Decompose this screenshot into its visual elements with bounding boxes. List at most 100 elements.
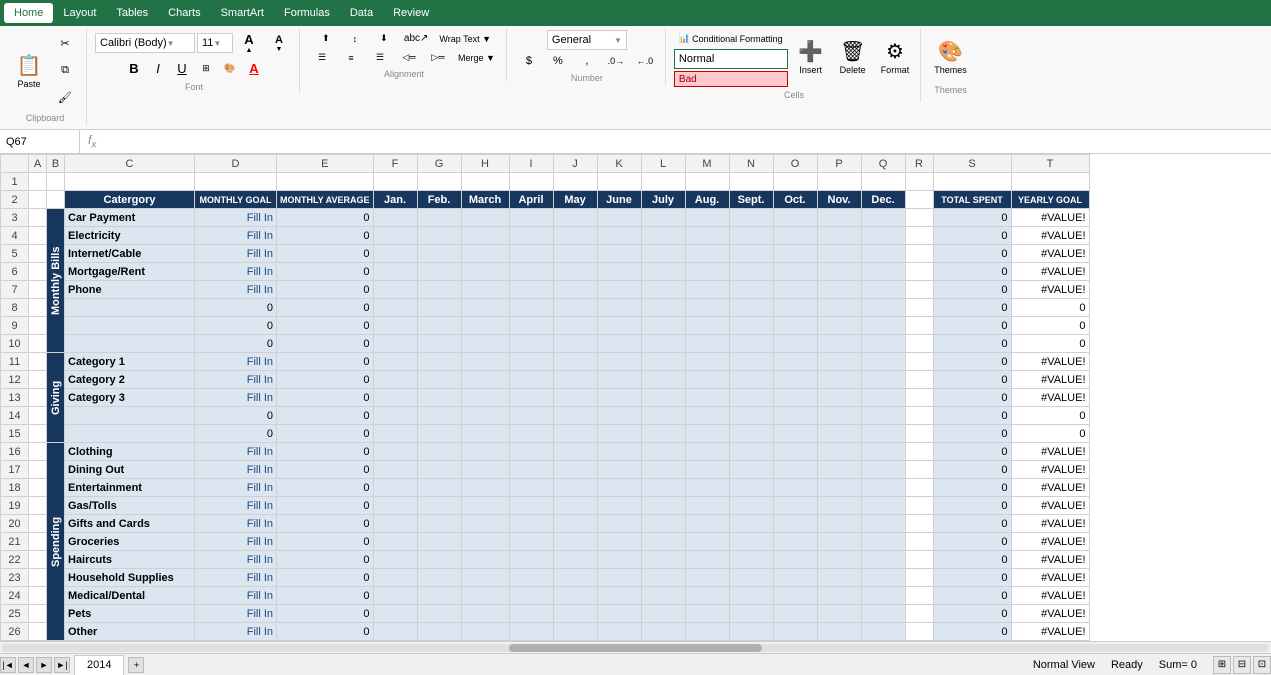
col-E[interactable]: E: [277, 155, 374, 173]
col-B[interactable]: B: [47, 155, 65, 173]
row-num-11: 11: [1, 353, 29, 371]
col-I[interactable]: I: [509, 155, 553, 173]
format-button[interactable]: ⚙ Format: [876, 30, 915, 82]
bold-button[interactable]: B: [123, 58, 145, 79]
increase-decimal-button[interactable]: .0→: [602, 53, 630, 69]
shrink-font-button[interactable]: A▼: [265, 32, 293, 55]
car-payment-cell[interactable]: Car Payment: [65, 209, 195, 227]
row-25: 25 Pets Fill In 0 0 #VALUE!: [1, 605, 1090, 623]
comma-button[interactable]: ,: [573, 52, 601, 70]
col-F[interactable]: F: [373, 155, 417, 173]
text-direction-button[interactable]: abc↗: [399, 30, 434, 47]
align-middle-button[interactable]: ↕: [341, 31, 369, 47]
format-painter-button[interactable]: 🖌: [50, 84, 80, 110]
col-M[interactable]: M: [685, 155, 729, 173]
col-H[interactable]: H: [461, 155, 509, 173]
decrease-indent-button[interactable]: ◁═: [395, 49, 423, 66]
normal-style-box[interactable]: Normal: [674, 49, 788, 69]
row-12: 12 Category 2 Fill In 0 0 #VALUE!: [1, 371, 1090, 389]
cell-ref-box[interactable]: Q67: [0, 130, 80, 153]
copy-button[interactable]: ⧉: [50, 57, 80, 83]
row-22: 22 Haircuts Fill In 0 0 #VALUE!: [1, 551, 1090, 569]
grid-wrapper[interactable]: A B C D E F G H I J K L M N O P Q: [0, 154, 1271, 641]
border-button[interactable]: ⊞: [195, 60, 217, 77]
themes-button[interactable]: 🎨 Themes: [929, 30, 972, 82]
menu-home[interactable]: Home: [4, 3, 53, 23]
may-header: May: [553, 191, 597, 209]
font-size-selector[interactable]: 11 ▼: [197, 33, 233, 53]
page-break-btn[interactable]: ⊡: [1253, 656, 1271, 674]
first-sheet-btn[interactable]: |◄: [0, 657, 16, 673]
col-C[interactable]: C: [65, 155, 195, 173]
insert-button[interactable]: ➕ Insert: [792, 30, 830, 82]
cut-button[interactable]: ✂: [50, 30, 80, 56]
menu-tables[interactable]: Tables: [106, 3, 158, 23]
conditional-formatting-button[interactable]: 📊 Conditional Formatting: [674, 30, 788, 47]
align-left-button[interactable]: ☰: [308, 49, 336, 66]
row-num-1: 1: [1, 173, 29, 191]
scrollbar-thumb[interactable]: [509, 644, 762, 652]
italic-button[interactable]: I: [147, 58, 169, 79]
align-bottom-button[interactable]: ⬇: [370, 30, 398, 47]
next-sheet-btn[interactable]: ►: [36, 657, 52, 673]
decrease-decimal-button[interactable]: ←.0: [631, 53, 659, 69]
row-num-16: 16: [1, 443, 29, 461]
underline-button[interactable]: U: [171, 58, 193, 79]
increase-indent-button[interactable]: ▷═: [424, 49, 452, 66]
sheet-tab-2014[interactable]: 2014: [74, 655, 124, 675]
menu-formulas[interactable]: Formulas: [274, 3, 340, 23]
normal-view-btn[interactable]: ⊞: [1213, 656, 1231, 674]
highlight-button[interactable]: 🎨: [219, 60, 241, 77]
menu-review[interactable]: Review: [383, 3, 439, 23]
menu-charts[interactable]: Charts: [158, 3, 210, 23]
col-O[interactable]: O: [773, 155, 817, 173]
ribbon-group-themes: 🎨 Themes Themes: [923, 28, 978, 97]
page-layout-btn[interactable]: ⊟: [1233, 656, 1251, 674]
prev-sheet-btn[interactable]: ◄: [18, 657, 34, 673]
march-header: March: [461, 191, 509, 209]
formula-input[interactable]: [104, 136, 1271, 148]
menu-smartart[interactable]: SmartArt: [211, 3, 274, 23]
align-center-button[interactable]: ≡: [337, 50, 365, 66]
delete-button[interactable]: 🗑 Delete: [834, 30, 872, 82]
last-sheet-btn[interactable]: ►|: [54, 657, 70, 673]
grow-font-button[interactable]: A▲: [235, 30, 263, 56]
col-G[interactable]: G: [417, 155, 461, 173]
col-N[interactable]: N: [729, 155, 773, 173]
align-top-button[interactable]: ⬆: [312, 30, 340, 47]
row-num-8: 8: [1, 299, 29, 317]
font-color-button[interactable]: A: [243, 58, 265, 79]
col-R[interactable]: R: [905, 155, 933, 173]
ribbon-group-font: Calibri (Body) ▼ 11 ▼ A▲ A▼ B I U ⊞: [89, 28, 300, 94]
row-11: 11 Giving Category 1 Fill In 0 0 #VALUE!: [1, 353, 1090, 371]
scrollbar-track[interactable]: [2, 644, 1269, 652]
car-goal-cell[interactable]: Fill In: [195, 209, 277, 227]
merge-button[interactable]: Merge ▼: [453, 50, 500, 66]
col-S[interactable]: S: [933, 155, 1011, 173]
percent-button[interactable]: %: [544, 52, 572, 70]
align-right-button[interactable]: ☰: [366, 49, 394, 66]
add-sheet-btn[interactable]: +: [128, 657, 144, 673]
car-avg-cell[interactable]: 0: [277, 209, 374, 227]
col-A[interactable]: A: [29, 155, 47, 173]
font-name-selector[interactable]: Calibri (Body) ▼: [95, 33, 195, 53]
menu-layout[interactable]: Layout: [53, 3, 106, 23]
number-format-dropdown[interactable]: General ▼: [547, 30, 627, 50]
wrap-text-button[interactable]: Wrap Text ▼: [434, 31, 496, 47]
menu-data[interactable]: Data: [340, 3, 383, 23]
col-P[interactable]: P: [817, 155, 861, 173]
row-num-18: 18: [1, 479, 29, 497]
paste-button[interactable]: 📋 Paste: [10, 44, 48, 96]
col-J[interactable]: J: [553, 155, 597, 173]
row-16: 16 Spending Clothing Fill In 0 0 #VALUE!: [1, 443, 1090, 461]
col-L[interactable]: L: [641, 155, 685, 173]
col-T[interactable]: T: [1011, 155, 1089, 173]
col-Q[interactable]: Q: [861, 155, 905, 173]
col-D[interactable]: D: [195, 155, 277, 173]
horizontal-scrollbar[interactable]: [0, 641, 1271, 653]
bad-style-box[interactable]: Bad: [674, 71, 788, 87]
col-K[interactable]: K: [597, 155, 641, 173]
sept-header: Sept.: [729, 191, 773, 209]
july-header: July: [641, 191, 685, 209]
currency-button[interactable]: $: [515, 52, 543, 70]
